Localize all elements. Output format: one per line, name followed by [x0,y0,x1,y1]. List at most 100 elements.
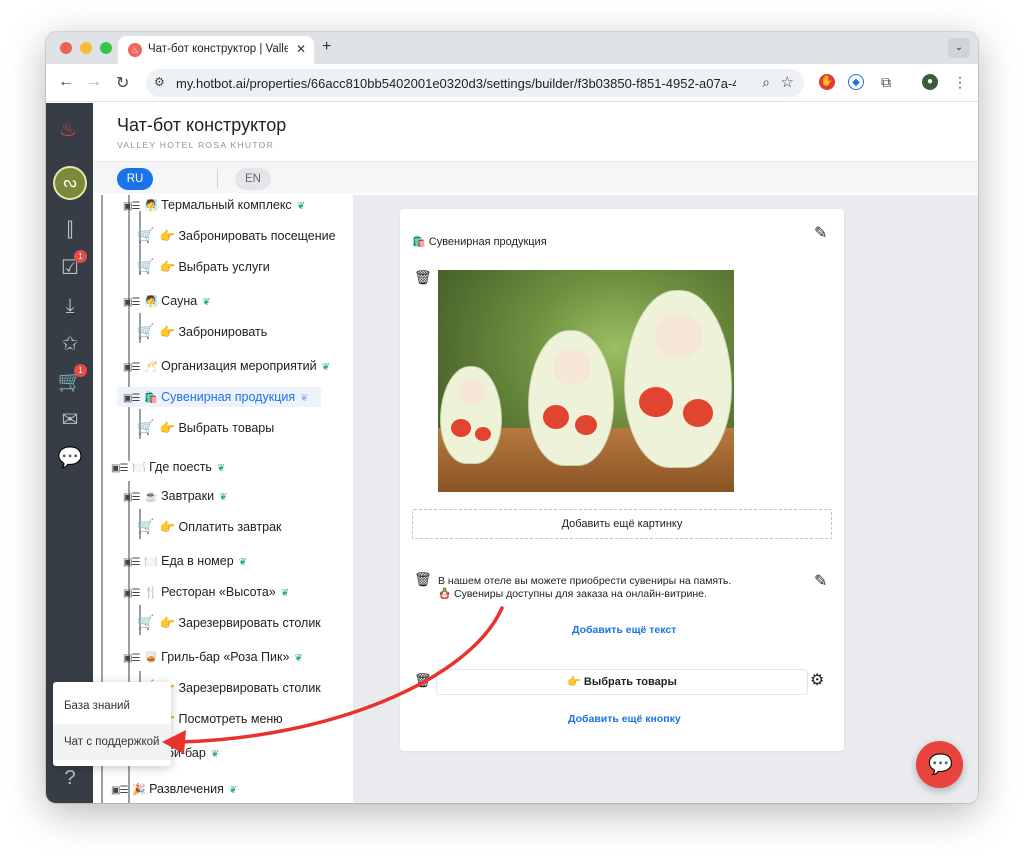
node-label: 👉 Забронировать [159,325,268,339]
node-emoji: 🍽️ [144,556,159,568]
hotbot-logo-icon[interactable]: ♨ [59,117,77,142]
choose-goods-button[interactable]: 👉 Выбрать товары [436,669,808,695]
new-tab-icon[interactable]: + [322,38,331,56]
node-emoji: 🥃 [144,652,159,664]
tree-node[interactable]: ▣☰ 🍽️ Где поесть ❦ [111,457,225,477]
knowledge-icon: ❦ [321,362,330,373]
tree-node[interactable]: 🛒 👉 Забронировать посещение [137,225,336,245]
knowledge-icon: ❦ [202,297,211,308]
tab-close-icon[interactable]: ✕ [296,42,306,56]
builder-area: ▣☰ 🧖 Термальный комплекс ❦ 🛒 👉 Забронировать… [93,195,978,803]
doll-face [553,349,591,385]
button-settings-gear-icon[interactable]: ⚙ [810,670,824,690]
node-label: 👉 Выбрать товары [159,421,275,435]
menu-node-icon: ▣☰ [123,362,140,373]
rating-star-icon[interactable]: ✩ [55,329,85,359]
edit-text-pencil-icon[interactable]: ✎ [814,571,827,591]
profile-icon[interactable]: ● [922,74,938,90]
bookmark-star-icon[interactable]: ☆ [781,73,794,91]
tree-node[interactable]: ▣☰ 🎉 Развлечения ❦ [111,779,237,799]
browser-toolbar: ← → ↻ ⚙ my.hotbot.ai/properties/66acc810… [46,64,978,102]
minimize-window-button[interactable] [80,42,92,54]
node-emoji: 🛍️ [144,392,159,404]
tree-node[interactable]: ▣☰ ☕ Завтраки ❦ [123,486,227,506]
cart-icon: 🛒 [137,614,155,630]
doll-flower [451,419,471,437]
doll-flower [683,399,713,427]
cart-icon: 🛒 [137,258,155,274]
tree-node[interactable]: ▣☰ 🥂 Организация мероприятий ❦ [123,356,330,376]
tab-search-icon[interactable]: ⌄ [948,38,970,58]
tasks-check-icon[interactable]: ☑ 1 [55,250,87,283]
tree-node[interactable]: ▣☰ 🥃 Гриль-бар «Роза Пик» ❦ [123,647,303,667]
tree-node[interactable]: 🛒 👉 Оплатить завтрак [137,516,282,536]
chat-widget-button[interactable]: 💬 [916,741,963,788]
node-label: 👉 Зарезервировать столик [159,616,321,630]
tree-line [128,195,130,461]
menu-node-icon: ▣☰ [123,201,140,212]
menu-node-icon: ▣☰ [123,297,140,308]
tree-node[interactable]: ▣☰ 🍽️ Еда в номер ❦ [123,551,247,571]
lang-ru-button[interactable]: RU [117,168,153,190]
knowledge-icon: ❦ [216,463,226,474]
url-text[interactable]: my.hotbot.ai/properties/66acc810bb540200… [176,76,736,91]
tree-node[interactable]: ▣☰ 🍴 Ресторан «Высота» ❦ [123,582,289,602]
lang-en-button[interactable]: EN [235,168,271,190]
close-window-button[interactable] [60,42,72,54]
node-label: Гриль-бар «Роза Пик» [161,650,290,664]
node-label: Термальный комплекс [161,198,292,212]
extension-icon[interactable]: ⧉ [878,74,894,90]
address-bar[interactable]: ⚙ my.hotbot.ai/properties/66acc810bb5402… [146,69,804,97]
node-editor-card: 🛍️ Сувенирная продукция ✎ 🗑 Добавить ещё… [400,209,844,751]
tree-node[interactable]: ▣☰ 🧖 Сауна ❦ [123,291,211,311]
edit-title-pencil-icon[interactable]: ✎ [814,223,827,243]
maximize-window-button[interactable] [100,42,112,54]
node-label: Завтраки [161,489,215,503]
shop-cart-icon[interactable]: 🛒 1 [55,364,87,397]
knowledge-icon: ❦ [219,492,228,503]
add-text-link[interactable]: Добавить ещё текст [572,624,676,636]
node-label: 👉 Зарезервировать столик [159,681,321,695]
adblock-extension-icon[interactable]: ✋ [819,74,835,90]
add-button-link[interactable]: Добавить ещё кнопку [568,713,681,725]
node-label: Еда в номер [161,554,234,568]
node-label: Ресторан «Высота» [161,585,276,599]
delete-button-trash-icon[interactable]: 🗑 [414,672,432,689]
reload-icon[interactable]: ↻ [116,73,129,93]
menu-icon[interactable]: ⋮ [952,74,968,90]
tasks-badge: 1 [74,250,87,263]
knowledge-base-menu-item[interactable]: База знаний [53,688,171,724]
tree-node[interactable]: ▣☰ 🧖 Термальный комплекс ❦ [123,195,305,215]
knowledge-icon: ❦ [228,785,238,796]
mail-send-icon[interactable]: ✉ [55,405,85,435]
zoom-icon[interactable]: ⌕ [762,74,770,91]
tree-node[interactable]: 🛒 👉 Зарезервировать столик [137,612,321,632]
forward-icon[interactable]: → [86,73,102,91]
delete-image-trash-icon[interactable]: 🗑 [414,269,432,286]
help-icon[interactable]: ? [55,763,85,793]
doll-flower [475,427,491,441]
tree-node[interactable]: 🛒 👉 Выбрать товары [137,417,274,437]
back-icon[interactable]: ← [58,73,74,91]
chat-bubble-icon[interactable]: 💬 [55,443,85,473]
node-label: Сауна [161,294,198,308]
node-emoji: 🎉 [132,784,147,796]
analytics-chart-icon[interactable]: ⫿ [55,215,85,245]
property-avatar[interactable]: ᔓ [53,166,87,200]
support-chat-menu-item[interactable]: Чат с поддержкой [53,724,171,760]
tag-extension-icon[interactable]: ◆ [848,74,864,90]
menu-node-icon: ▣☰ [123,393,140,404]
browser-tab[interactable]: ♨ Чат-бот конструктор | Valley ✕ [118,36,314,64]
inbox-download-icon[interactable]: ⤓ [55,291,85,321]
delete-text-trash-icon[interactable]: 🗑 [414,571,432,588]
node-emoji: 🥂 [144,361,159,373]
cart-icon: 🛒 [137,227,155,243]
knowledge-icon: ❦ [280,588,290,599]
help-popup-menu: База знаний Чат с поддержкой [53,682,171,766]
add-image-button[interactable]: Добавить ещё картинку [412,509,832,539]
knowledge-icon: ❦ [296,201,306,212]
site-settings-icon[interactable]: ⚙ [154,75,165,89]
tree-node[interactable]: 🛒 👉 Выбрать услуги [137,256,270,276]
tree-node-selected[interactable]: ▣☰ 🛍️ Сувенирная продукция ❦ [117,387,321,407]
tree-node[interactable]: 🛒 👉 Забронировать [137,321,267,341]
